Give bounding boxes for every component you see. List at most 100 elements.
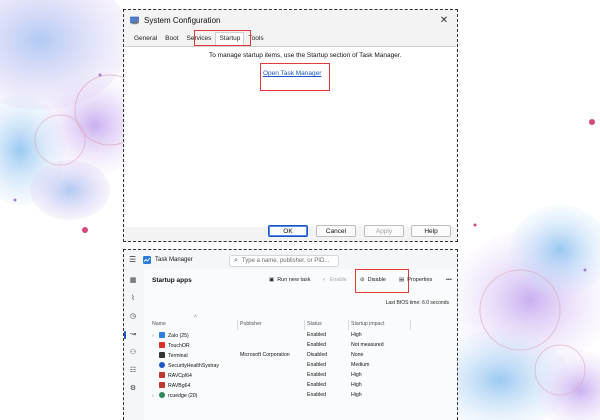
tab-general[interactable]: General (130, 32, 161, 46)
row-name: SecurityHealthSystray (152, 362, 219, 369)
row-impact: High (351, 382, 362, 388)
zalo-icon (159, 332, 165, 338)
startup-apps-icon[interactable]: ↝ (124, 330, 138, 340)
row-impact: High (351, 372, 362, 378)
startup-apps-page: Startup apps ▣ Run new task ✓ Enable ⊘ D… (144, 269, 457, 420)
row-impact: High (351, 392, 362, 398)
table-row[interactable]: › rcuedge (20) Enabled High (144, 391, 457, 401)
startup-apps-table: Name Publisher Status Startup impact › Za… (144, 320, 457, 401)
ok-button[interactable]: OK (268, 225, 308, 237)
row-name-text: Terminal (168, 353, 188, 359)
hamburger-menu-icon[interactable]: ☰ (129, 255, 139, 264)
column-divider[interactable] (304, 320, 305, 330)
tab-boot[interactable]: Boot (161, 32, 182, 46)
more-options-button[interactable]: ••• (446, 277, 452, 283)
task-manager-title: Task Manager (155, 256, 193, 263)
row-name: › rcuedge (20) (152, 392, 197, 399)
column-publisher[interactable]: Publisher (240, 321, 262, 327)
apply-button[interactable]: Apply (364, 225, 404, 237)
syscfg-titlebar: System Configuration ✕ (124, 10, 457, 30)
row-status: Disabled (307, 352, 328, 358)
row-name: TouchOR (152, 342, 190, 349)
close-icon[interactable]: ✕ (437, 13, 451, 27)
properties-label: Properties (407, 277, 433, 283)
table-row[interactable]: RAVCpl64 Enabled High (144, 371, 457, 381)
app-history-icon[interactable]: ◷ (128, 312, 138, 322)
details-icon[interactable]: ☷ (128, 366, 138, 376)
row-name: RAVCpl64 (152, 372, 192, 379)
task-manager-window: ☰ Task Manager ⌕ Type a name, publisher,… (123, 249, 458, 420)
row-impact: High (351, 332, 362, 338)
expand-chevron-icon[interactable]: › (152, 333, 157, 339)
row-status: Enabled (307, 382, 327, 388)
page-title: Startup apps (152, 277, 192, 284)
help-button[interactable]: Help (411, 225, 451, 237)
row-name: RAVBg64 (152, 382, 190, 389)
search-input[interactable]: ⌕ Type a name, publisher, or PID... (229, 255, 339, 267)
search-placeholder: Type a name, publisher, or PID... (241, 258, 330, 264)
speaker-icon (159, 382, 165, 388)
last-bios-time: Last BIOS time: 6.0 seconds (385, 300, 449, 306)
cancel-button[interactable]: Cancel (316, 225, 356, 237)
system-configuration-icon (130, 16, 139, 25)
task-manager-logo-icon (143, 255, 151, 264)
row-impact: Medium (351, 362, 370, 368)
properties-button[interactable]: ▤ Properties (399, 277, 432, 283)
terminal-icon (159, 352, 165, 358)
properties-icon: ▤ (399, 277, 405, 283)
row-name-text: SecurityHealthSystray (168, 363, 220, 369)
row-status: Enabled (307, 372, 327, 378)
row-name-text: TouchOR (168, 343, 190, 349)
syscfg-tabs: General Boot Services Startup Tools (124, 30, 457, 46)
row-name-text: RAVCpl64 (168, 373, 192, 379)
system-configuration-window: System Configuration ✕ General Boot Serv… (123, 9, 458, 242)
column-name[interactable]: Name (152, 321, 166, 327)
column-divider[interactable] (410, 320, 411, 330)
row-status: Enabled (307, 362, 327, 368)
startup-message: To manage startup items, use the Startup… (209, 52, 402, 59)
row-name: › Zalo (25) (152, 332, 189, 339)
table-header: Name Publisher Status Startup impact (144, 320, 457, 331)
table-row[interactable]: › Zalo (25) Enabled High (144, 331, 457, 341)
expand-chevron-icon[interactable]: › (152, 393, 157, 399)
speaker-icon (159, 372, 165, 378)
table-row[interactable]: Terminal Microsoft Corporation Disabled … (144, 351, 457, 361)
column-divider[interactable] (237, 320, 238, 330)
run-task-icon: ▣ (269, 277, 275, 283)
row-name: Terminal (152, 352, 188, 359)
table-row[interactable]: SecurityHealthSystray Enabled Medium (144, 361, 457, 371)
task-manager-sidebar: ▦ ⌇ ◷ ↝ ⚇ ☷ ⚙ (124, 269, 142, 420)
row-impact: Not measured (351, 342, 384, 348)
column-startup-impact[interactable]: Startup impact (351, 321, 384, 327)
services-icon[interactable]: ⚙ (128, 384, 138, 394)
row-status: Enabled (307, 392, 327, 398)
row-status: Enabled (307, 332, 327, 338)
row-status: Enabled (307, 342, 327, 348)
touchor-icon (159, 342, 165, 348)
table-row[interactable]: TouchOR Enabled Not measured (144, 341, 457, 351)
column-status[interactable]: Status (307, 321, 322, 327)
app-icon (159, 392, 165, 398)
startup-tab-highlight-box (194, 30, 251, 46)
table-row[interactable]: RAVBg64 Enabled High (144, 381, 457, 391)
shield-icon (159, 362, 165, 368)
syscfg-title: System Configuration (144, 15, 221, 25)
startup-apps-header: Startup apps ▣ Run new task ✓ Enable ⊘ D… (144, 269, 457, 293)
column-divider[interactable] (348, 320, 349, 330)
startup-panel: To manage startup items, use the Startup… (125, 46, 456, 227)
row-name-text: Zalo (25) (168, 333, 189, 339)
run-new-task-button[interactable]: ▣ Run new task (269, 277, 311, 283)
syscfg-button-bar: OK Cancel Apply Help (124, 225, 457, 239)
users-icon[interactable]: ⚇ (128, 348, 138, 358)
processes-icon[interactable]: ▦ (128, 276, 138, 286)
performance-icon[interactable]: ⌇ (128, 294, 138, 304)
enable-button[interactable]: ✓ Enable (322, 277, 347, 283)
search-icon: ⌕ (234, 257, 238, 264)
enable-label: Enable (329, 277, 347, 283)
checkmark-icon: ✓ (322, 277, 327, 283)
run-new-task-label: Run new task (277, 277, 311, 283)
row-name-text: RAVBg64 (168, 383, 191, 389)
row-name-text: rcuedge (20) (168, 393, 198, 399)
row-publisher: Microsoft Corporation (240, 352, 290, 358)
link-highlight-box (260, 63, 330, 91)
